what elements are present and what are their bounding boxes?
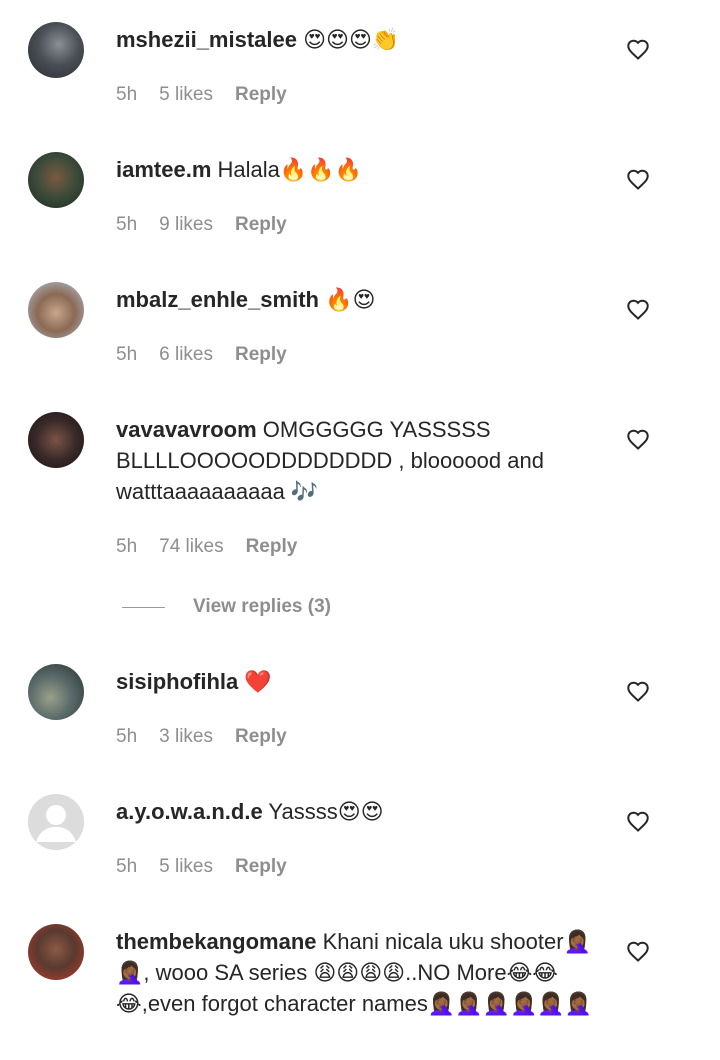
comment-username[interactable]: vavavavroom bbox=[116, 417, 257, 442]
comment-username[interactable]: iamtee.m bbox=[116, 157, 211, 182]
reply-button[interactable]: Reply bbox=[235, 214, 287, 236]
comment-meta: 5h 74 likes Reply bbox=[116, 536, 319, 558]
reply-button[interactable]: Reply bbox=[235, 856, 287, 878]
comment-body: iamtee.m Halala🔥🔥🔥 bbox=[116, 154, 596, 185]
comment-meta: 5h 9 likes Reply bbox=[116, 214, 309, 236]
comment-meta: 5h 3 likes Reply bbox=[116, 726, 309, 748]
reply-button[interactable]: Reply bbox=[235, 344, 287, 366]
avatar[interactable] bbox=[28, 22, 84, 78]
comment-text: ❤️ bbox=[238, 669, 272, 694]
avatar[interactable] bbox=[28, 412, 84, 468]
comment-likes[interactable]: 74 likes bbox=[159, 536, 223, 558]
comment-username[interactable]: thembekangomane bbox=[116, 929, 317, 954]
comment-body: vavavavroom OMGGGGG YASSSSS BLLLLOOOOODD… bbox=[116, 414, 596, 507]
heart-icon[interactable] bbox=[626, 680, 650, 702]
comment-username[interactable]: sisiphofihla bbox=[116, 669, 238, 694]
reply-button[interactable]: Reply bbox=[246, 536, 298, 558]
comment-likes[interactable]: 3 likes bbox=[159, 726, 213, 748]
comment-time: 5h bbox=[116, 214, 138, 235]
comment-text: 🔥😍 bbox=[318, 287, 376, 312]
avatar[interactable] bbox=[28, 282, 84, 338]
avatar[interactable] bbox=[28, 924, 84, 980]
view-replies-button[interactable]: View replies (3) bbox=[122, 596, 331, 618]
avatar[interactable] bbox=[28, 664, 84, 720]
heart-icon[interactable] bbox=[626, 940, 650, 962]
heart-icon[interactable] bbox=[626, 428, 650, 450]
comment-username[interactable]: mshezii_mistalee bbox=[116, 27, 297, 52]
comment-body: mshezii_mistalee 😍😍😍👏 bbox=[116, 24, 596, 55]
comment-body: sisiphofihla ❤️ bbox=[116, 666, 596, 697]
heart-icon[interactable] bbox=[626, 38, 650, 60]
replies-divider bbox=[122, 606, 165, 608]
reply-button[interactable]: Reply bbox=[235, 84, 287, 106]
comment-meta: 5h 6 likes Reply bbox=[116, 344, 309, 366]
comment-text: Yassss😍😍 bbox=[262, 799, 384, 824]
comment-time: 5h bbox=[116, 84, 138, 105]
comment-time: 5h bbox=[116, 536, 138, 557]
comment-likes[interactable]: 5 likes bbox=[159, 856, 213, 878]
comment-text: 😍😍😍👏 bbox=[296, 27, 400, 52]
default-avatar-icon bbox=[28, 794, 84, 850]
comment-time: 5h bbox=[116, 856, 138, 877]
comment-body: mbalz_enhle_smith 🔥😍 bbox=[116, 284, 596, 315]
comment-meta: 5h 5 likes Reply bbox=[116, 84, 309, 106]
heart-icon[interactable] bbox=[626, 168, 650, 190]
comment-time: 5h bbox=[116, 726, 138, 747]
comment-body: a.y.o.w.a.n.d.e Yassss😍😍 bbox=[116, 796, 596, 827]
comment-likes[interactable]: 6 likes bbox=[159, 344, 213, 366]
avatar[interactable] bbox=[28, 794, 84, 850]
view-replies-label[interactable]: View replies (3) bbox=[193, 596, 331, 618]
heart-icon[interactable] bbox=[626, 298, 650, 320]
reply-button[interactable]: Reply bbox=[235, 726, 287, 748]
comment-time: 5h bbox=[116, 344, 138, 365]
comment-body: thembekangomane Khani nicala uku shooter… bbox=[116, 926, 596, 1019]
avatar[interactable] bbox=[28, 152, 84, 208]
comment-meta: 5h 5 likes Reply bbox=[116, 856, 309, 878]
comment-username[interactable]: a.y.o.w.a.n.d.e bbox=[116, 799, 263, 824]
heart-icon[interactable] bbox=[626, 810, 650, 832]
comment-username[interactable]: mbalz_enhle_smith bbox=[116, 287, 319, 312]
comment-likes[interactable]: 5 likes bbox=[159, 84, 213, 106]
comment-likes[interactable]: 9 likes bbox=[159, 214, 213, 236]
comment-text: Halala🔥🔥🔥 bbox=[211, 157, 363, 182]
